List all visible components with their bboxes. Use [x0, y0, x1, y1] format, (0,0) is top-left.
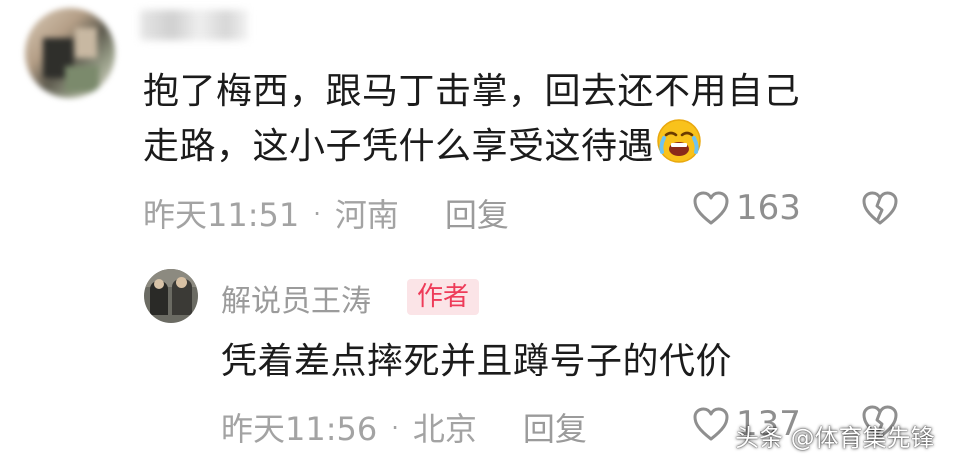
comment-meta: 昨天11:51 · 河南 回复 — [143, 190, 509, 236]
comment-line-2: 走路，这小子凭什么享受这待遇 — [143, 118, 903, 173]
comment-body: 抱了梅西，跟马丁击掌，回去还不用自己 走路，这小子凭什么享受这待遇 — [143, 66, 903, 173]
watermark: 头条 @体育集先锋 — [735, 424, 935, 452]
heart-icon — [693, 191, 729, 225]
author-username[interactable]: 解说员王涛 — [221, 276, 371, 320]
comment-line-2-text: 走路，这小子凭什么享受这待遇 — [143, 126, 655, 167]
author-avatar[interactable] — [144, 269, 198, 323]
reply-time: 昨天11:56 — [221, 410, 378, 448]
reply-location: 北京 — [412, 410, 477, 448]
meta-separator: · — [391, 414, 399, 442]
broken-heart-icon[interactable] — [861, 190, 899, 226]
crying-face-icon — [657, 119, 701, 163]
comment-location: 河南 — [334, 196, 399, 234]
comment-line-1: 抱了梅西，跟马丁击掌，回去还不用自己 — [143, 71, 801, 112]
author-badge: 作者 — [407, 279, 479, 315]
commenter-username-blurred[interactable] — [140, 10, 248, 40]
reply-body: 凭着差点摔死并且蹲号子的代价 — [221, 341, 733, 382]
comment-time: 昨天11:51 — [143, 196, 300, 234]
like-button[interactable]: 163 — [692, 188, 801, 228]
reply-button[interactable]: 回复 — [445, 196, 509, 234]
like-count: 163 — [736, 188, 801, 228]
reply-meta: 昨天11:56 · 北京 回复 — [221, 404, 587, 450]
comment-thread: 抱了梅西，跟马丁击掌，回去还不用自己 走路，这小子凭什么享受这待遇 昨天11:5… — [0, 0, 953, 458]
reply-reply-button[interactable]: 回复 — [523, 410, 587, 448]
commenter-avatar[interactable] — [25, 8, 115, 98]
meta-separator: · — [313, 200, 321, 228]
heart-icon — [693, 407, 729, 441]
